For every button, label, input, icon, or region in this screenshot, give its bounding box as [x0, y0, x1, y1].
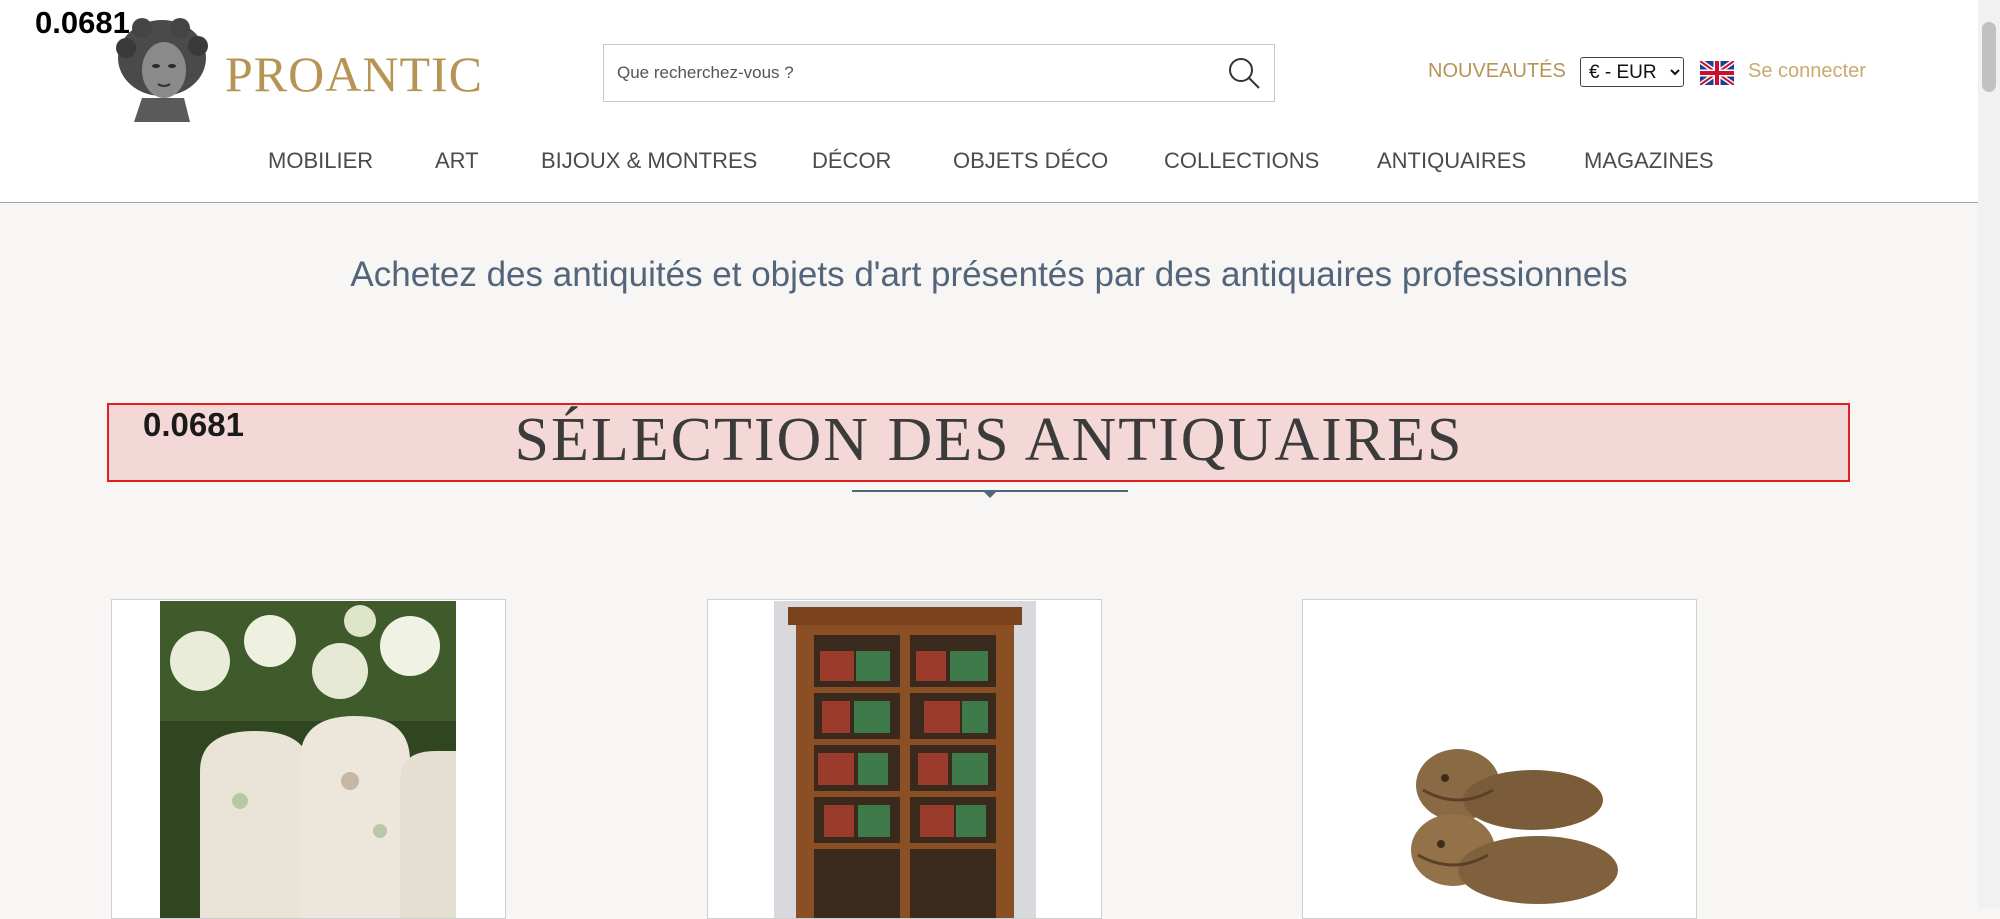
- login-link[interactable]: Se connecter: [1748, 60, 1866, 83]
- nav-item-art[interactable]: ART: [435, 148, 479, 174]
- search-icon[interactable]: [1226, 55, 1262, 91]
- nav-item-antiquaires[interactable]: ANTIQUAIRES: [1377, 148, 1526, 174]
- search-input[interactable]: [604, 45, 1230, 101]
- brand-name[interactable]: PROANTIC: [225, 45, 483, 103]
- section-title: SÉLECTION DES ANTIQUAIRES: [514, 406, 1464, 474]
- nav-item-magazines[interactable]: MAGAZINES: [1584, 148, 1714, 174]
- score-label-box: 0.0681: [143, 406, 244, 443]
- page-tagline: Achetez des antiquités et objets d'art p…: [350, 255, 1628, 294]
- search-bar: [603, 44, 1275, 102]
- uk-flag-icon[interactable]: [1698, 58, 1736, 88]
- currency-select[interactable]: € - EUR: [1580, 57, 1684, 87]
- page-scrollbar[interactable]: [1978, 0, 2000, 908]
- product-image-armchairs[interactable]: [160, 601, 456, 919]
- nav-item-collections[interactable]: COLLECTIONS: [1164, 148, 1319, 174]
- main-nav: MOBILIER ART BIJOUX & MONTRES DÉCOR OBJE…: [0, 148, 1978, 178]
- site-header: PROANTIC NOUVEAUTÉS € - EUR Se connecter…: [0, 0, 1978, 203]
- product-card[interactable]: [1302, 599, 1697, 919]
- product-card[interactable]: [111, 599, 506, 919]
- score-label-top: 0.0681: [35, 5, 130, 40]
- product-image-bookcase[interactable]: [774, 601, 1036, 919]
- scrollbar-thumb[interactable]: [1982, 22, 1996, 92]
- chevron-down-icon: [983, 491, 997, 498]
- title-divider: [852, 488, 1128, 500]
- nav-item-mobilier[interactable]: MOBILIER: [268, 148, 373, 174]
- nav-item-objets-deco[interactable]: OBJETS DÉCO: [953, 148, 1108, 174]
- nouveautes-link[interactable]: NOUVEAUTÉS: [1428, 60, 1566, 83]
- product-card[interactable]: [707, 599, 1102, 919]
- nav-item-decor[interactable]: DÉCOR: [812, 148, 891, 174]
- nav-item-bijoux-montres[interactable]: BIJOUX & MONTRES: [541, 148, 757, 174]
- product-image-lions[interactable]: [1363, 730, 1633, 919]
